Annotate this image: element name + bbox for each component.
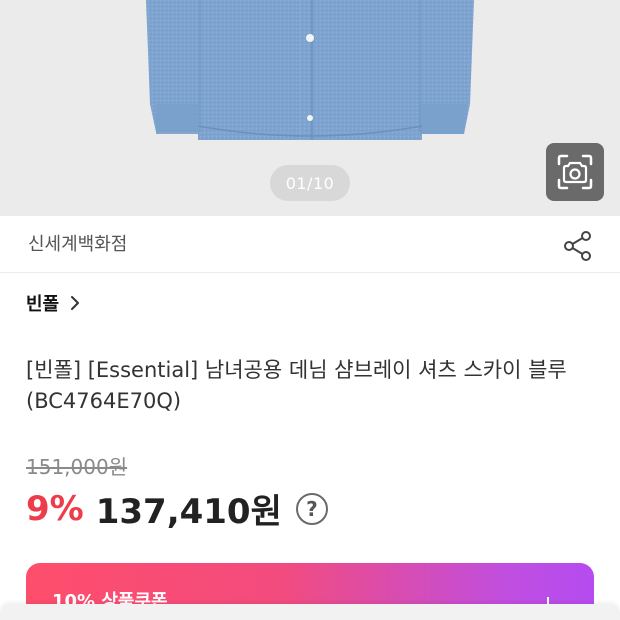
seller-name[interactable]: 신세계백화점 bbox=[28, 230, 127, 256]
product-image-carousel[interactable]: 01/10 bbox=[0, 0, 620, 216]
image-page-indicator: 01/10 bbox=[270, 165, 350, 201]
bottom-sheet-edge bbox=[0, 604, 620, 620]
image-search-button[interactable] bbox=[546, 143, 604, 201]
brand-link[interactable]: 빈폴 bbox=[26, 290, 81, 316]
price-row: 9% 137,410원 ? bbox=[26, 484, 328, 533]
share-icon bbox=[564, 231, 591, 261]
share-button[interactable] bbox=[560, 228, 596, 264]
product-title: [빈폴] [Essential] 남녀공용 데님 샴브레이 셔츠 스카이 블루 … bbox=[26, 358, 567, 413]
question-circle-icon[interactable]: ? bbox=[295, 492, 328, 525]
chevron-right-icon bbox=[71, 296, 80, 310]
brand-name: 빈폴 bbox=[26, 294, 60, 315]
sale-price: 137,410원 bbox=[95, 492, 282, 532]
camera-lens-icon bbox=[557, 154, 593, 190]
product-detail-page: 01/10 신세계백화점 빈폴 [빈폴] [Essential] 남녀공용 데님… bbox=[0, 0, 620, 620]
original-price: 151,000원 bbox=[26, 455, 128, 479]
seller-row: 신세계백화점 bbox=[0, 216, 620, 273]
discount-rate: 9% bbox=[26, 488, 84, 529]
